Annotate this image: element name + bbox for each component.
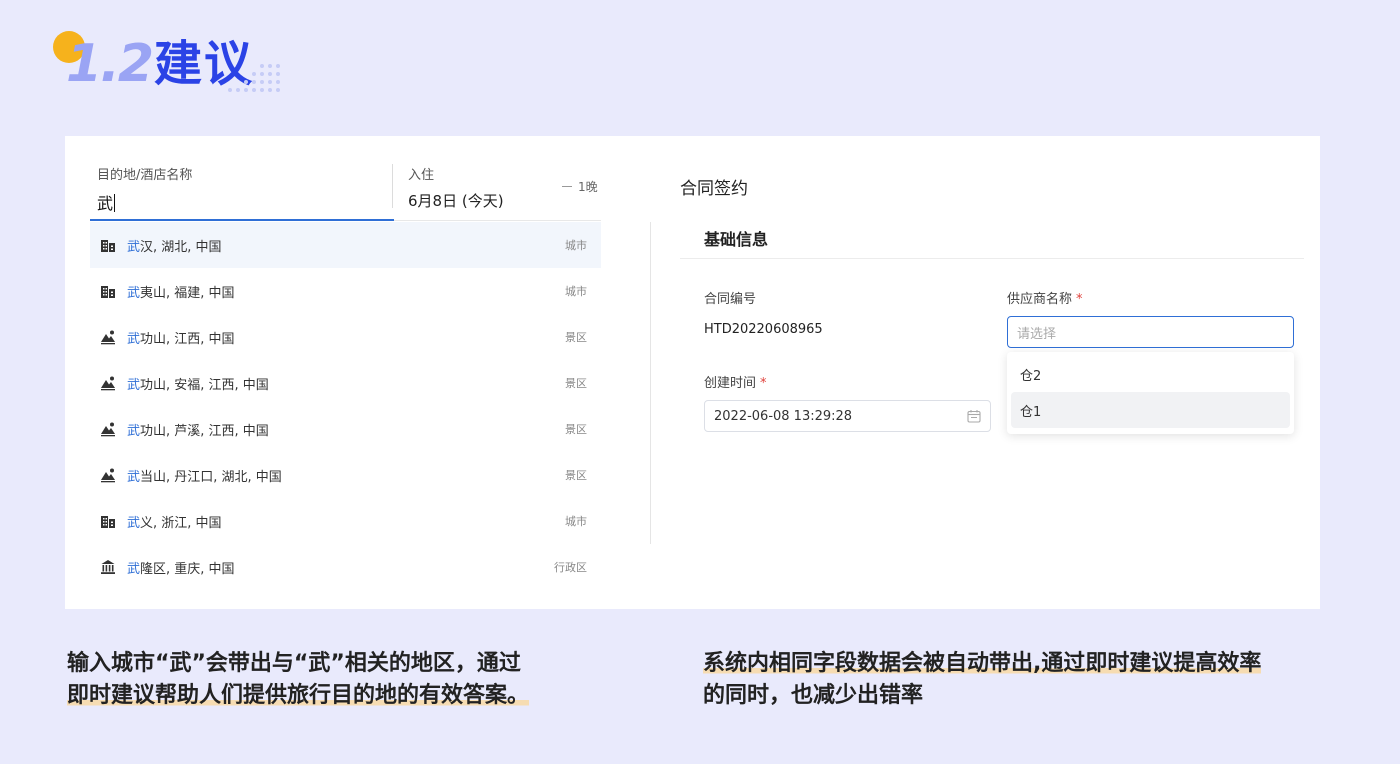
suggestion-text: 武功山, 芦溪, 江西, 中国 [127, 420, 269, 439]
required-mark: * [760, 376, 767, 391]
mountain-icon [100, 375, 116, 391]
caption-left-line2: 即时建议帮助人们提供旅行目的地的有效答案。 [67, 683, 530, 708]
city-icon [100, 283, 116, 299]
mountain-icon [100, 329, 116, 345]
suggestion-match: 武 [127, 561, 141, 577]
suggestion-rest: 功山, 安福, 江西, 中国 [140, 377, 269, 393]
suggestion-rest: 功山, 江西, 中国 [140, 331, 235, 347]
supplier-select-placeholder: 请选择 [1017, 326, 1057, 342]
suggestion-type: 景区 [565, 469, 587, 482]
city-icon [100, 237, 116, 253]
section-divider [680, 258, 1304, 259]
supplier-select[interactable]: 请选择 [1007, 316, 1294, 348]
destination-input-value: 武 [97, 194, 114, 213]
supplier-dropdown: 仓2 仓1 [1007, 352, 1294, 434]
dot-grid-decoration [228, 64, 280, 92]
suggestion-type: 景区 [565, 377, 587, 390]
suggestion-text: 武义, 浙江, 中国 [127, 512, 222, 531]
calendar-icon[interactable] [967, 409, 981, 423]
suggestion-rest: 隆区, 重庆, 中国 [140, 561, 235, 577]
suggestion-type: 景区 [565, 423, 587, 436]
checkin-date[interactable]: 6月8日 (今天) [408, 190, 504, 211]
suggestion-item[interactable]: 武隆区, 重庆, 中国 行政区 [90, 544, 601, 590]
government-icon [100, 559, 116, 575]
caption-right-line2: 的同时，也减少出错率 [703, 683, 924, 708]
suggestion-type: 城市 [565, 285, 587, 298]
suggestion-rest: 当山, 丹江口, 湖北, 中国 [140, 469, 282, 485]
section-heading: 1.2 建议 [52, 28, 292, 100]
suggestion-rest: 功山, 芦溪, 江西, 中国 [140, 423, 269, 439]
form-title: 合同签约 [680, 179, 748, 199]
checkin-label: 入住 [408, 168, 435, 183]
text-caret [114, 194, 116, 212]
city-icon [100, 513, 116, 529]
caption-left: 输入城市“武”会带出与“武”相关的地区，通过 即时建议帮助人们提供旅行目的地的有… [67, 648, 530, 712]
required-mark: * [1076, 292, 1083, 307]
suggestion-type: 景区 [565, 331, 587, 344]
suggestion-rest: 夷山, 福建, 中国 [140, 285, 235, 301]
suggestion-item[interactable]: 武义, 浙江, 中国 城市 [90, 498, 601, 544]
suggestion-type: 城市 [565, 239, 587, 252]
caption-right: 系统内相同字段数据会被自动带出,通过即时建议提高效率 的同时，也减少出错率 [703, 648, 1262, 712]
suggestion-match: 武 [127, 423, 141, 439]
suggestion-text: 武隆区, 重庆, 中国 [127, 558, 235, 577]
supplier-label-text: 供应商名称 [1007, 292, 1073, 307]
section-basic-info: 基础信息 [704, 230, 769, 249]
destination-input[interactable]: 武 [97, 190, 116, 214]
destination-label: 目的地/酒店名称 [97, 168, 193, 183]
contract-number-value: HTD20220608965 [704, 322, 823, 337]
mountain-icon [100, 421, 116, 437]
suggestion-match: 武 [127, 331, 141, 347]
suggestion-item[interactable]: 武当山, 丹江口, 湖北, 中国 景区 [90, 452, 601, 498]
caption-right-line1: 系统内相同字段数据会被自动带出,通过即时建议提高效率 [703, 651, 1262, 676]
suggestion-item[interactable]: 武功山, 芦溪, 江西, 中国 景区 [90, 406, 601, 452]
mountain-icon [100, 467, 116, 483]
supplier-option-selected[interactable]: 仓1 [1011, 392, 1290, 428]
suggestion-item[interactable]: 武夷山, 福建, 中国 城市 [90, 268, 601, 314]
suggestion-type: 行政区 [554, 561, 587, 574]
suggestion-match: 武 [127, 377, 141, 393]
section-number: 1.2 [66, 34, 154, 94]
suggestion-text: 武功山, 安福, 江西, 中国 [127, 374, 269, 393]
caption-left-line1: 输入城市“武”会带出与“武”相关的地区，通过 [67, 651, 521, 676]
created-time-label: 创建时间 * [704, 372, 767, 391]
created-time-value: 2022-06-08 13:29:28 [714, 408, 853, 424]
field-separator [392, 164, 393, 208]
card-divider [650, 222, 651, 544]
suggestion-text: 武当山, 丹江口, 湖北, 中国 [127, 466, 282, 485]
suggestion-match: 武 [127, 285, 141, 301]
contract-number-label: 合同编号 [704, 292, 757, 307]
suggestion-match: 武 [127, 469, 141, 485]
destination-input-underline [90, 219, 394, 221]
suggestion-item[interactable]: 武汉, 湖北, 中国 城市 [90, 222, 601, 268]
suggestion-match: 武 [127, 239, 141, 255]
suggestion-rest: 汉, 湖北, 中国 [140, 239, 222, 255]
suggestion-text: 武夷山, 福建, 中国 [127, 282, 235, 301]
suggestion-text: 武功山, 江西, 中国 [127, 328, 235, 347]
suggestion-item[interactable]: 武功山, 安福, 江西, 中国 景区 [90, 360, 601, 406]
demo-card: 目的地/酒店名称 武 入住 6月8日 (今天) 1晚 武汉, 湖北, 中国 城市武… [65, 136, 1320, 609]
supplier-label: 供应商名称 * [1007, 288, 1083, 307]
suggestion-item[interactable]: 武功山, 江西, 中国 景区 [90, 314, 601, 360]
created-time-label-text: 创建时间 [704, 376, 757, 391]
suggestion-list: 武汉, 湖北, 中国 城市 武夷山, 福建, 中国 城市 武功山, 江西, 中国 景区 武功… [90, 222, 601, 590]
supplier-option[interactable]: 仓2 [1011, 356, 1290, 392]
created-time-input[interactable]: 2022-06-08 13:29:28 [704, 400, 991, 432]
search-divider [394, 220, 601, 221]
suggestion-rest: 义, 浙江, 中国 [140, 515, 222, 531]
suggestion-text: 武汉, 湖北, 中国 [127, 236, 222, 255]
nights-count: 1晚 [562, 178, 598, 195]
suggestion-type: 城市 [565, 515, 587, 528]
suggestion-match: 武 [127, 515, 141, 531]
